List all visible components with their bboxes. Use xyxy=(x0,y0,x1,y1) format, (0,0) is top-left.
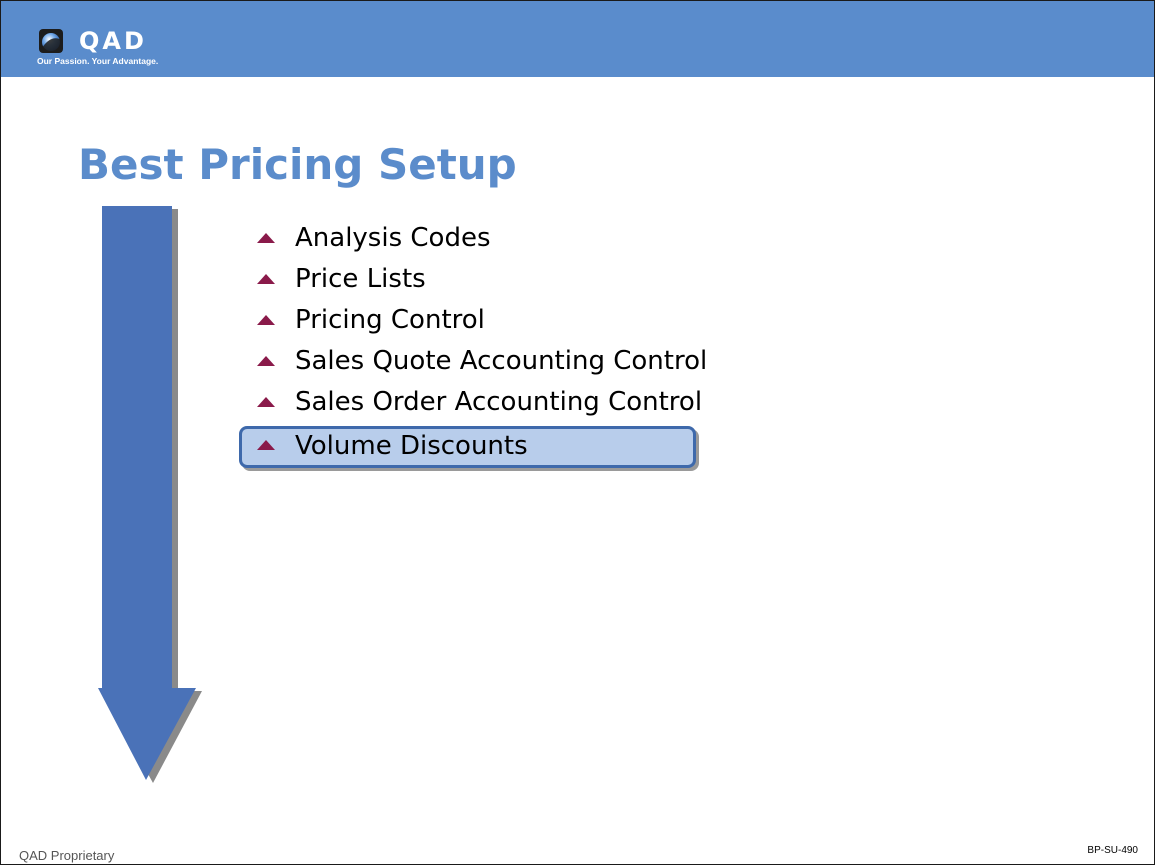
qad-logo-icon xyxy=(39,29,63,53)
step-label: Volume Discounts xyxy=(295,431,528,461)
step-volume-discounts-highlighted: Volume Discounts xyxy=(239,426,696,468)
qad-logo: QAD Our Passion. Your Advantage. xyxy=(34,26,184,70)
triangle-bullet-icon xyxy=(257,274,275,284)
step-label: Sales Order Accounting Control xyxy=(295,387,703,417)
triangle-bullet-icon xyxy=(257,356,275,366)
triangle-bullet-icon xyxy=(257,233,275,243)
step-sales-order-accounting-control: Sales Order Accounting Control xyxy=(239,383,707,424)
footer-slide-code: BP-SU-490 xyxy=(1087,845,1138,856)
down-arrow-icon xyxy=(98,206,202,783)
logo-tagline: Our Passion. Your Advantage. xyxy=(37,56,159,66)
setup-steps-list: Analysis Codes Price Lists Pricing Contr… xyxy=(239,219,707,468)
step-label: Analysis Codes xyxy=(295,223,491,253)
step-pricing-control: Pricing Control xyxy=(239,301,707,342)
step-analysis-codes: Analysis Codes xyxy=(239,219,707,260)
step-label: Price Lists xyxy=(295,264,426,294)
step-sales-quote-accounting-control: Sales Quote Accounting Control xyxy=(239,342,707,383)
step-price-lists: Price Lists xyxy=(239,260,707,301)
step-label: Sales Quote Accounting Control xyxy=(295,346,708,376)
step-label: Pricing Control xyxy=(295,305,485,335)
page-title: Best Pricing Setup xyxy=(78,140,517,189)
triangle-bullet-icon xyxy=(257,440,275,450)
triangle-bullet-icon xyxy=(257,397,275,407)
triangle-bullet-icon xyxy=(257,315,275,325)
header-band: QAD Our Passion. Your Advantage. xyxy=(1,1,1154,77)
slide: QAD Our Passion. Your Advantage. Best Pr… xyxy=(0,0,1155,865)
footer-proprietary: QAD Proprietary xyxy=(19,848,115,863)
logo-wordmark: QAD xyxy=(79,27,147,55)
